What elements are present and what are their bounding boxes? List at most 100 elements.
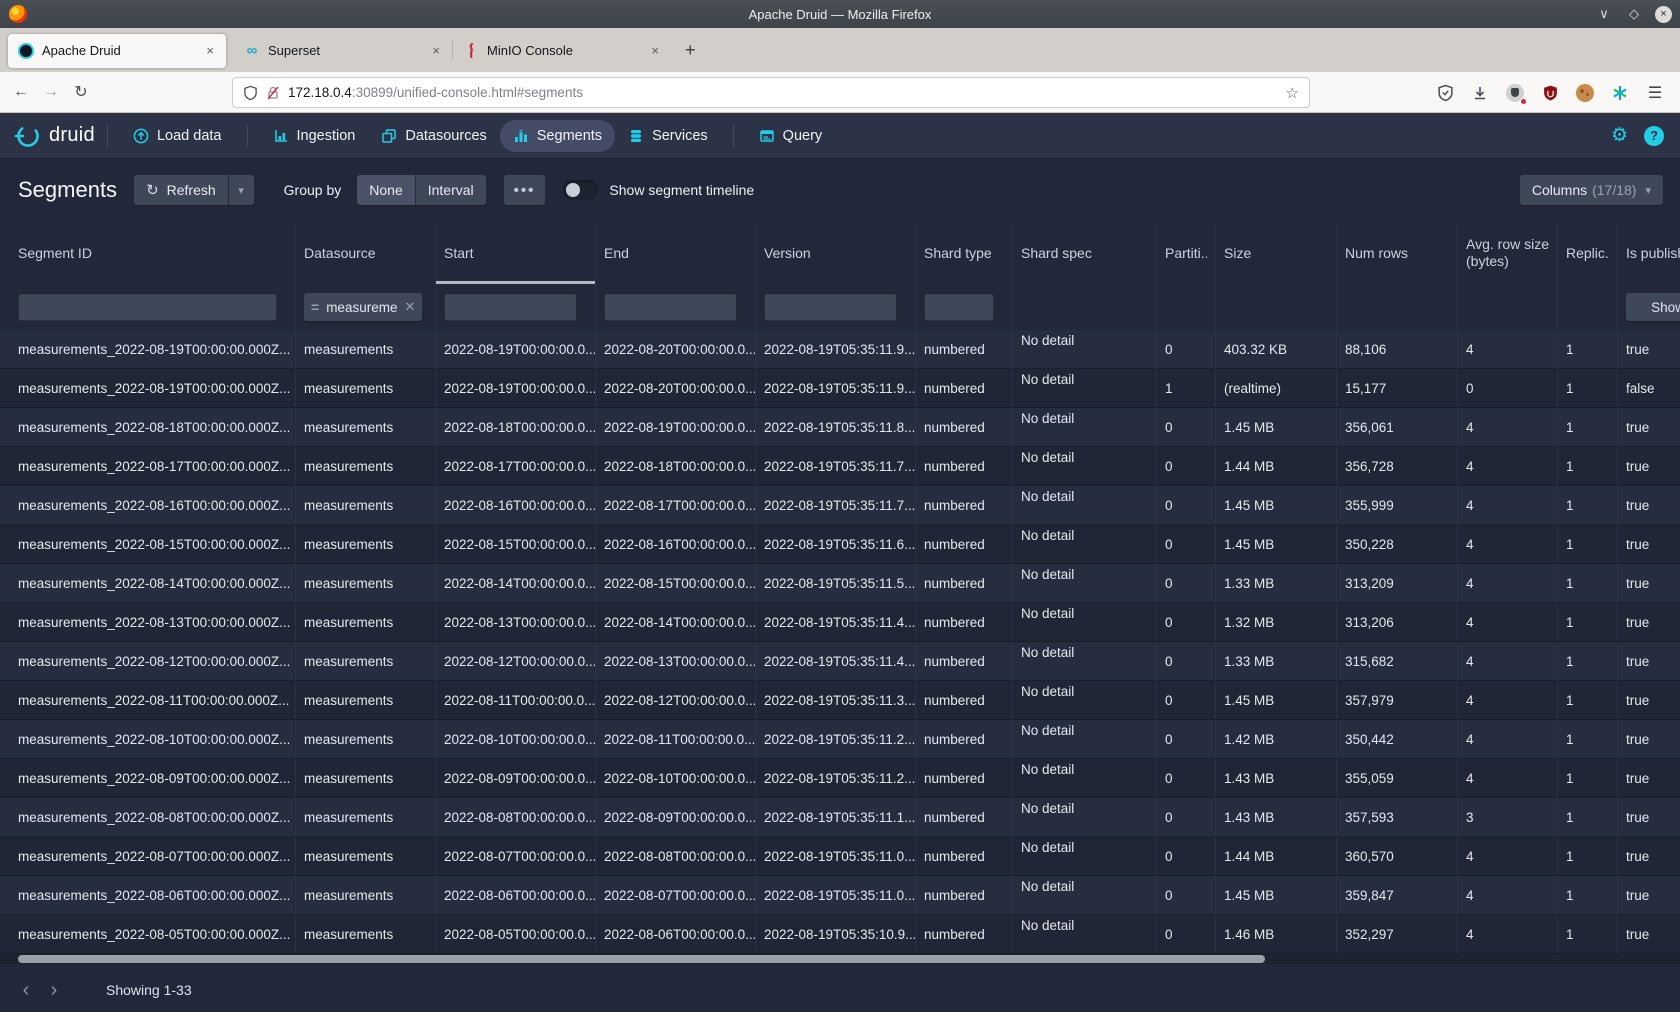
cell-datasource: measurements (296, 486, 436, 524)
horizontal-scrollbar-thumb[interactable] (18, 955, 1265, 963)
filter-input-start[interactable] (444, 293, 577, 321)
table-row[interactable]: measurements_2022-08-16T00:00:00.000Z...… (0, 486, 1680, 525)
browser-tab-superset[interactable]: ∞ Superset × (234, 34, 452, 68)
table-row[interactable]: measurements_2022-08-14T00:00:00.000Z...… (0, 564, 1680, 603)
window-minimize-icon[interactable]: ∨ (1595, 6, 1613, 22)
column-header-datasource[interactable]: Datasource (296, 222, 436, 284)
remove-filter-icon[interactable]: ✕ (404, 299, 415, 315)
table-row[interactable]: measurements_2022-08-10T00:00:00.000Z...… (0, 720, 1680, 759)
table-row[interactable]: measurements_2022-08-07T00:00:00.000Z...… (0, 837, 1680, 876)
table-row[interactable]: measurements_2022-08-15T00:00:00.000Z...… (0, 525, 1680, 564)
cell-shard_type: numbered (916, 408, 1013, 446)
reload-button[interactable]: ↻ (66, 82, 96, 102)
nav-item-label: Ingestion (297, 128, 356, 144)
filter-input-shard_type[interactable] (924, 293, 994, 321)
nav-item-ingestion[interactable]: Ingestion (260, 120, 369, 152)
cell-start: 2022-08-09T00:00:00.0... (436, 759, 596, 797)
extension-mask-icon[interactable] (1504, 82, 1526, 104)
table-row[interactable]: measurements_2022-08-08T00:00:00.000Z...… (0, 798, 1680, 837)
cell-num_rows: 350,442 (1337, 720, 1458, 758)
more-options-button[interactable]: ••• (504, 175, 546, 205)
help-icon[interactable]: ? (1644, 126, 1664, 146)
cell-shard_type: numbered (916, 330, 1013, 368)
downloads-icon[interactable] (1469, 82, 1491, 104)
close-tab-icon[interactable]: × (204, 43, 216, 58)
column-header-size[interactable]: Size (1216, 222, 1337, 284)
table-row[interactable]: measurements_2022-08-19T00:00:00.000Z...… (0, 369, 1680, 408)
filter-input-version[interactable] (764, 293, 897, 321)
table-row[interactable]: measurements_2022-08-17T00:00:00.000Z...… (0, 447, 1680, 486)
url-bar[interactable]: 172.18.0.4:30899/unified-console.html#se… (232, 77, 1310, 108)
column-header-shard_type[interactable]: Shard type (916, 222, 1013, 284)
refresh-button[interactable]: ↻ Refresh (134, 175, 228, 205)
group-by-none-button[interactable]: None (357, 175, 414, 205)
table-row[interactable]: measurements_2022-08-18T00:00:00.000Z...… (0, 408, 1680, 447)
pocket-shield-icon[interactable] (1434, 82, 1456, 104)
next-page-button[interactable]: › (40, 976, 68, 1004)
segment-timeline-toggle[interactable] (563, 180, 598, 200)
back-button[interactable]: ← (6, 83, 36, 101)
cell-end: 2022-08-10T00:00:00.0... (596, 759, 756, 797)
table-row[interactable]: measurements_2022-08-09T00:00:00.000Z...… (0, 759, 1680, 798)
filter-input-end[interactable] (604, 293, 737, 321)
tracking-protection-shield-icon[interactable] (243, 85, 258, 101)
cell-end: 2022-08-12T00:00:00.0... (596, 681, 756, 719)
nav-item-datasources[interactable]: Datasources (368, 120, 499, 152)
nav-item-services[interactable]: Services (615, 120, 721, 152)
nav-item-load-data[interactable]: Load data (120, 120, 235, 152)
table-row[interactable]: measurements_2022-08-12T00:00:00.000Z...… (0, 642, 1680, 681)
column-header-shard_spec[interactable]: Shard spec (1013, 222, 1157, 284)
column-header-segment_id[interactable]: Segment ID (0, 222, 296, 284)
bookmark-star-icon[interactable]: ☆ (1286, 84, 1299, 102)
column-header-start[interactable]: Start (436, 222, 596, 284)
close-tab-icon[interactable]: × (430, 43, 442, 58)
settings-gear-icon[interactable]: ⚙ (1611, 124, 1628, 147)
druid-logo[interactable]: druid (14, 122, 95, 150)
cell-partition: 0 (1157, 447, 1216, 485)
table-row[interactable]: measurements_2022-08-06T00:00:00.000Z...… (0, 876, 1680, 915)
previous-page-button[interactable]: ‹ (12, 976, 40, 1004)
nav-item-label: Segments (537, 128, 602, 144)
table-row[interactable]: measurements_2022-08-05T00:00:00.000Z...… (0, 915, 1680, 954)
cell-end: 2022-08-15T00:00:00.0... (596, 564, 756, 602)
nav-item-segments[interactable]: Segments (500, 120, 615, 152)
table-row[interactable]: measurements_2022-08-13T00:00:00.000Z...… (0, 603, 1680, 642)
horizontal-scrollbar-track[interactable] (0, 954, 1680, 964)
column-header-partition[interactable]: Partiti... (1157, 222, 1216, 284)
browser-tab-minio[interactable]: MinIO Console × (453, 34, 671, 68)
datasource-filter-chip[interactable]: =measureme✕ (304, 293, 422, 321)
new-tab-button[interactable]: + (685, 40, 696, 61)
filter-input-segment_id[interactable] (18, 293, 277, 321)
column-header-end[interactable]: End (596, 222, 756, 284)
cell-segment_id: measurements_2022-08-19T00:00:00.000Z... (0, 369, 296, 407)
browser-tab-apache-druid[interactable]: Apache Druid × (8, 34, 226, 68)
cookie-extension-icon[interactable] (1574, 82, 1596, 104)
colorful-asterisk-extension-icon[interactable] (1609, 82, 1631, 104)
columns-picker-button[interactable]: Columns (17/18) ▾ (1520, 175, 1663, 205)
column-header-num_rows[interactable]: Num rows (1337, 222, 1458, 284)
table-body: measurements_2022-08-19T00:00:00.000Z...… (0, 330, 1680, 954)
table-row[interactable]: measurements_2022-08-11T00:00:00.000Z...… (0, 681, 1680, 720)
cell-end: 2022-08-16T00:00:00.0... (596, 525, 756, 563)
cell-shard_spec: No detail (1013, 720, 1157, 758)
insecure-lock-icon[interactable] (266, 85, 280, 101)
refresh-interval-dropdown[interactable]: ▾ (228, 175, 254, 205)
tab-label: MinIO Console (487, 43, 649, 58)
forward-button[interactable]: → (36, 83, 66, 101)
druid-navbar: druid Load data Ingestion Datasources (0, 113, 1680, 158)
column-header-version[interactable]: Version (756, 222, 916, 284)
column-header-replication[interactable]: Replic... (1558, 222, 1618, 284)
window-maximize-icon[interactable]: ◇ (1625, 6, 1643, 22)
window-close-icon[interactable]: × (1655, 6, 1672, 23)
table-row[interactable]: measurements_2022-08-19T00:00:00.000Z...… (0, 330, 1680, 369)
cell-shard_spec: No detail (1013, 564, 1157, 602)
close-tab-icon[interactable]: × (649, 43, 661, 58)
nav-item-query[interactable]: Query (746, 120, 836, 152)
table-filter-row: =measureme✕ Show (0, 284, 1680, 330)
column-header-is_published[interactable]: Is published (1618, 222, 1680, 284)
show-button[interactable]: Show (1626, 293, 1680, 321)
group-by-interval-button[interactable]: Interval (415, 175, 486, 205)
column-header-avg_row_size[interactable]: Avg. row size (bytes) (1458, 222, 1558, 284)
menu-hamburger-icon[interactable]: ☰ (1644, 82, 1666, 104)
ublock-origin-icon[interactable] (1539, 82, 1561, 104)
